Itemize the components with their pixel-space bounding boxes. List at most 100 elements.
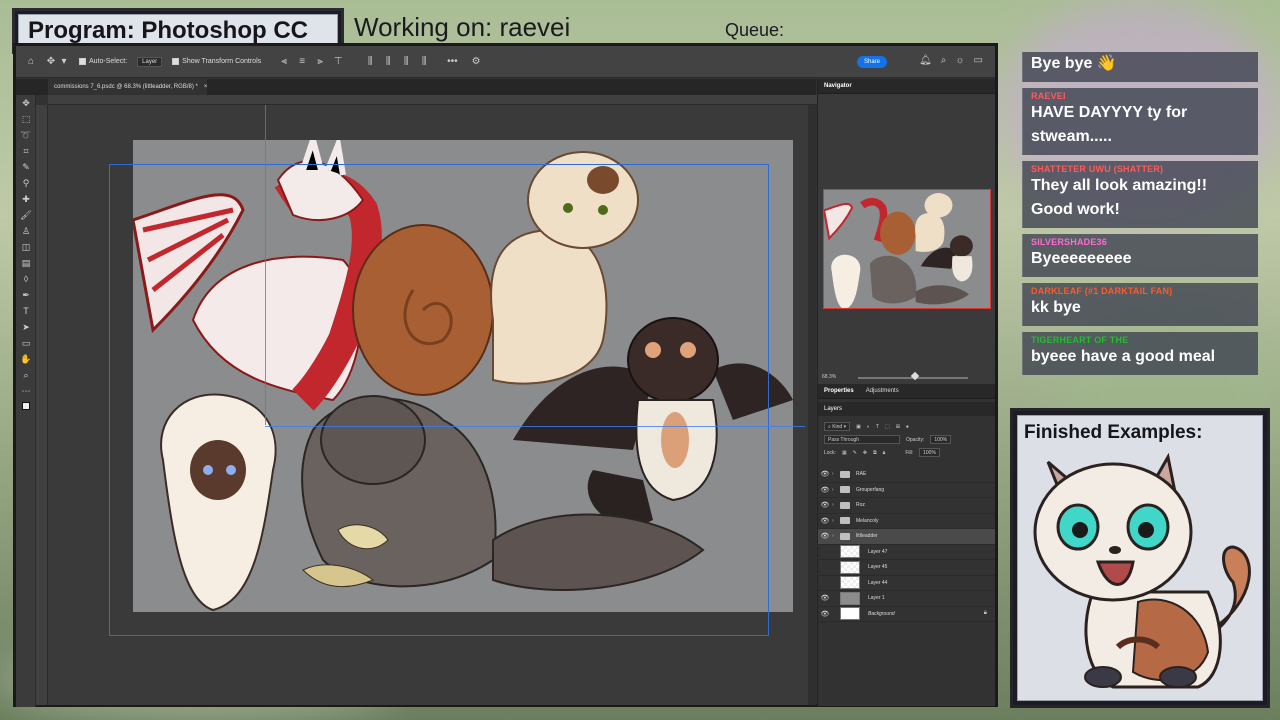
eraser-tool-icon[interactable]: ◫ xyxy=(16,239,36,255)
more-options-button[interactable]: ••• xyxy=(447,55,458,67)
shape-tool-icon[interactable]: ▭ xyxy=(16,335,36,351)
filter-adjustment-icon[interactable]: ◐ xyxy=(867,424,870,430)
layer-row[interactable]: Layer 47 xyxy=(818,545,995,560)
fill-field[interactable]: 100% xyxy=(919,448,940,457)
align-center-icon[interactable]: ≡ xyxy=(297,56,307,67)
filter-type-icon[interactable]: T xyxy=(876,424,879,430)
layer-row[interactable]: 👁︎ Layer 1 xyxy=(818,591,995,607)
auto-select-dropdown[interactable]: Layer xyxy=(137,56,163,67)
lightbulb-icon[interactable]: ☼ xyxy=(955,55,964,66)
expand-arrow-icon[interactable]: › xyxy=(832,533,840,539)
zoom-tool-icon[interactable]: ⌕ xyxy=(16,367,36,383)
path-select-tool-icon[interactable]: ➤ xyxy=(16,319,36,335)
more-tools-icon[interactable]: ⋯ xyxy=(16,383,36,399)
distribute-icon[interactable]: ⫼ xyxy=(401,56,411,67)
navigator-preview[interactable] xyxy=(823,189,991,309)
expand-arrow-icon[interactable]: › xyxy=(832,471,840,477)
tab-properties[interactable]: Properties xyxy=(824,388,854,394)
hand-tool-icon[interactable]: ✋ xyxy=(16,351,36,367)
align-right-icon[interactable]: ⫸ xyxy=(315,56,325,67)
distribute-icon[interactable]: ⫼ xyxy=(365,56,375,67)
layer-row[interactable]: 👁︎ › littleadder xyxy=(818,529,995,545)
expand-arrow-icon[interactable]: › xyxy=(832,487,840,493)
filter-pixel-icon[interactable]: ▣ xyxy=(856,424,861,430)
eye-icon[interactable]: 👁︎ xyxy=(818,470,832,478)
navigator-zoom-value[interactable]: 68.3% xyxy=(822,374,836,380)
layer-row[interactable]: 👁︎ › Melancoly xyxy=(818,514,995,529)
blend-mode-dropdown[interactable]: Pass Through xyxy=(824,435,900,444)
canvas-scrollbar[interactable] xyxy=(808,105,816,705)
transform-bounding-box[interactable] xyxy=(109,164,769,636)
filter-toggle-icon[interactable]: ● xyxy=(906,424,909,430)
home-icon: ⌂ xyxy=(27,55,35,67)
eyedropper-tool-icon[interactable]: ⚲ xyxy=(16,175,36,191)
pen-tool-icon[interactable]: ✒ xyxy=(16,287,36,303)
workspace-icon[interactable]: ▭ xyxy=(974,55,983,66)
move-tool-preset[interactable]: ✥ ▾ xyxy=(46,56,69,67)
ellipsis-icon: ••• xyxy=(447,55,458,67)
navigator-title[interactable]: Navigator xyxy=(824,83,852,89)
lock-icon[interactable]: 🔒︎ xyxy=(984,610,987,617)
guide-line-vertical[interactable] xyxy=(265,105,266,425)
marquee-tool-icon[interactable]: ⬚ xyxy=(16,111,36,127)
quick-select-tool-icon[interactable]: ✎ xyxy=(16,159,36,175)
color-swatches-icon[interactable] xyxy=(16,399,36,415)
opacity-field[interactable]: 100% xyxy=(930,435,952,444)
search-icon[interactable]: ⌕ xyxy=(941,55,947,66)
lock-paint-icon[interactable]: ✎ xyxy=(853,450,857,456)
eye-icon[interactable]: 👁︎ xyxy=(818,517,832,525)
gradient-tool-icon[interactable]: ▤ xyxy=(16,255,36,271)
align-top-icon[interactable]: ⊤ xyxy=(333,56,343,67)
toolbar: ✥ ⬚ ➰ ⌗ ✎ ⚲ ✚ 🖌︎ ♙ ◫ ▤ ◊ ✒ T ➤ ▭ ✋ ⌕ ⋯ xyxy=(16,95,36,707)
gear-icon: ⚙ xyxy=(471,55,481,67)
eye-icon[interactable]: 👁︎ xyxy=(818,486,832,494)
navigator-thumbnail xyxy=(824,193,973,308)
blur-tool-icon[interactable]: ◊ xyxy=(16,271,36,287)
chat-panel: Bye bye 👋 RAEVEI HAVE DAYYYY ty for stweam… xyxy=(1022,52,1258,392)
settings-button[interactable]: ⚙ xyxy=(471,55,481,67)
eye-icon[interactable]: 👁︎ xyxy=(818,594,832,602)
lasso-tool-icon[interactable]: ➰ xyxy=(16,127,36,143)
distribute-icon[interactable]: ⫼ xyxy=(419,56,429,67)
eye-icon[interactable]: 👁︎ xyxy=(818,532,832,540)
move-tool-icon[interactable]: ✥ xyxy=(16,95,36,111)
layer-row[interactable]: Layer 45 xyxy=(818,560,995,576)
layer-row[interactable]: 👁︎ › Grouperfang xyxy=(818,483,995,498)
healing-tool-icon[interactable]: ✚ xyxy=(16,191,36,207)
stamp-tool-icon[interactable]: ♙ xyxy=(16,223,36,239)
auto-select-checkbox[interactable]: Auto-Select: xyxy=(79,58,127,65)
home-button[interactable]: ⌂ xyxy=(26,55,36,67)
layer-name: Layer 1 xyxy=(868,595,885,602)
share-button[interactable]: Share xyxy=(857,56,887,68)
lock-artboard-icon[interactable]: ⧉ xyxy=(873,450,877,456)
tab-adjustments[interactable]: Adjustments xyxy=(866,388,899,394)
filter-smart-icon[interactable]: ⊞ xyxy=(896,424,900,430)
example-cat-artwork xyxy=(1033,452,1251,689)
type-tool-icon[interactable]: T xyxy=(16,303,36,319)
distribute-buttons: ⫼ ⫼ ⫼ ⫼ xyxy=(365,56,429,67)
document-tab[interactable]: commissions 7_6.psdc @ 68.3% (littleadde… xyxy=(48,79,208,95)
layer-row[interactable]: 👁︎ Background 🔒︎ xyxy=(818,607,995,622)
guide-line-horizontal[interactable] xyxy=(265,426,805,427)
layer-row[interactable]: 👁︎ › Roz xyxy=(818,498,995,514)
lock-pixels-icon[interactable]: ▦ xyxy=(842,450,847,456)
filter-shape-icon[interactable]: ⬚ xyxy=(885,424,890,430)
ruler-horizontal xyxy=(48,95,818,105)
show-transform-checkbox[interactable]: Show Transform Controls xyxy=(172,58,261,65)
lock-position-icon[interactable]: ✥ xyxy=(863,450,867,456)
layer-filter-dropdown[interactable]: ⌕ Kind ▾ xyxy=(824,422,851,431)
layers-title[interactable]: Layers xyxy=(824,406,842,412)
expand-arrow-icon[interactable]: › xyxy=(832,518,840,524)
expand-arrow-icon[interactable]: › xyxy=(832,502,840,508)
bell-icon[interactable]: 🔔︎ xyxy=(919,55,932,66)
align-left-icon[interactable]: ⫷ xyxy=(279,56,289,67)
crop-tool-icon[interactable]: ⌗ xyxy=(16,143,36,159)
layer-row[interactable]: 👁︎ › RAE xyxy=(818,467,995,483)
brush-tool-icon[interactable]: 🖌︎ xyxy=(16,207,36,223)
eye-icon[interactable]: 👁︎ xyxy=(818,610,832,618)
lock-all-icon[interactable]: 🔒︎ xyxy=(883,450,886,456)
distribute-icon[interactable]: ⫼ xyxy=(383,56,393,67)
eye-icon[interactable]: 👁︎ xyxy=(818,501,832,509)
layer-row[interactable]: Layer 44 xyxy=(818,576,995,591)
close-icon[interactable]: × xyxy=(204,84,208,90)
